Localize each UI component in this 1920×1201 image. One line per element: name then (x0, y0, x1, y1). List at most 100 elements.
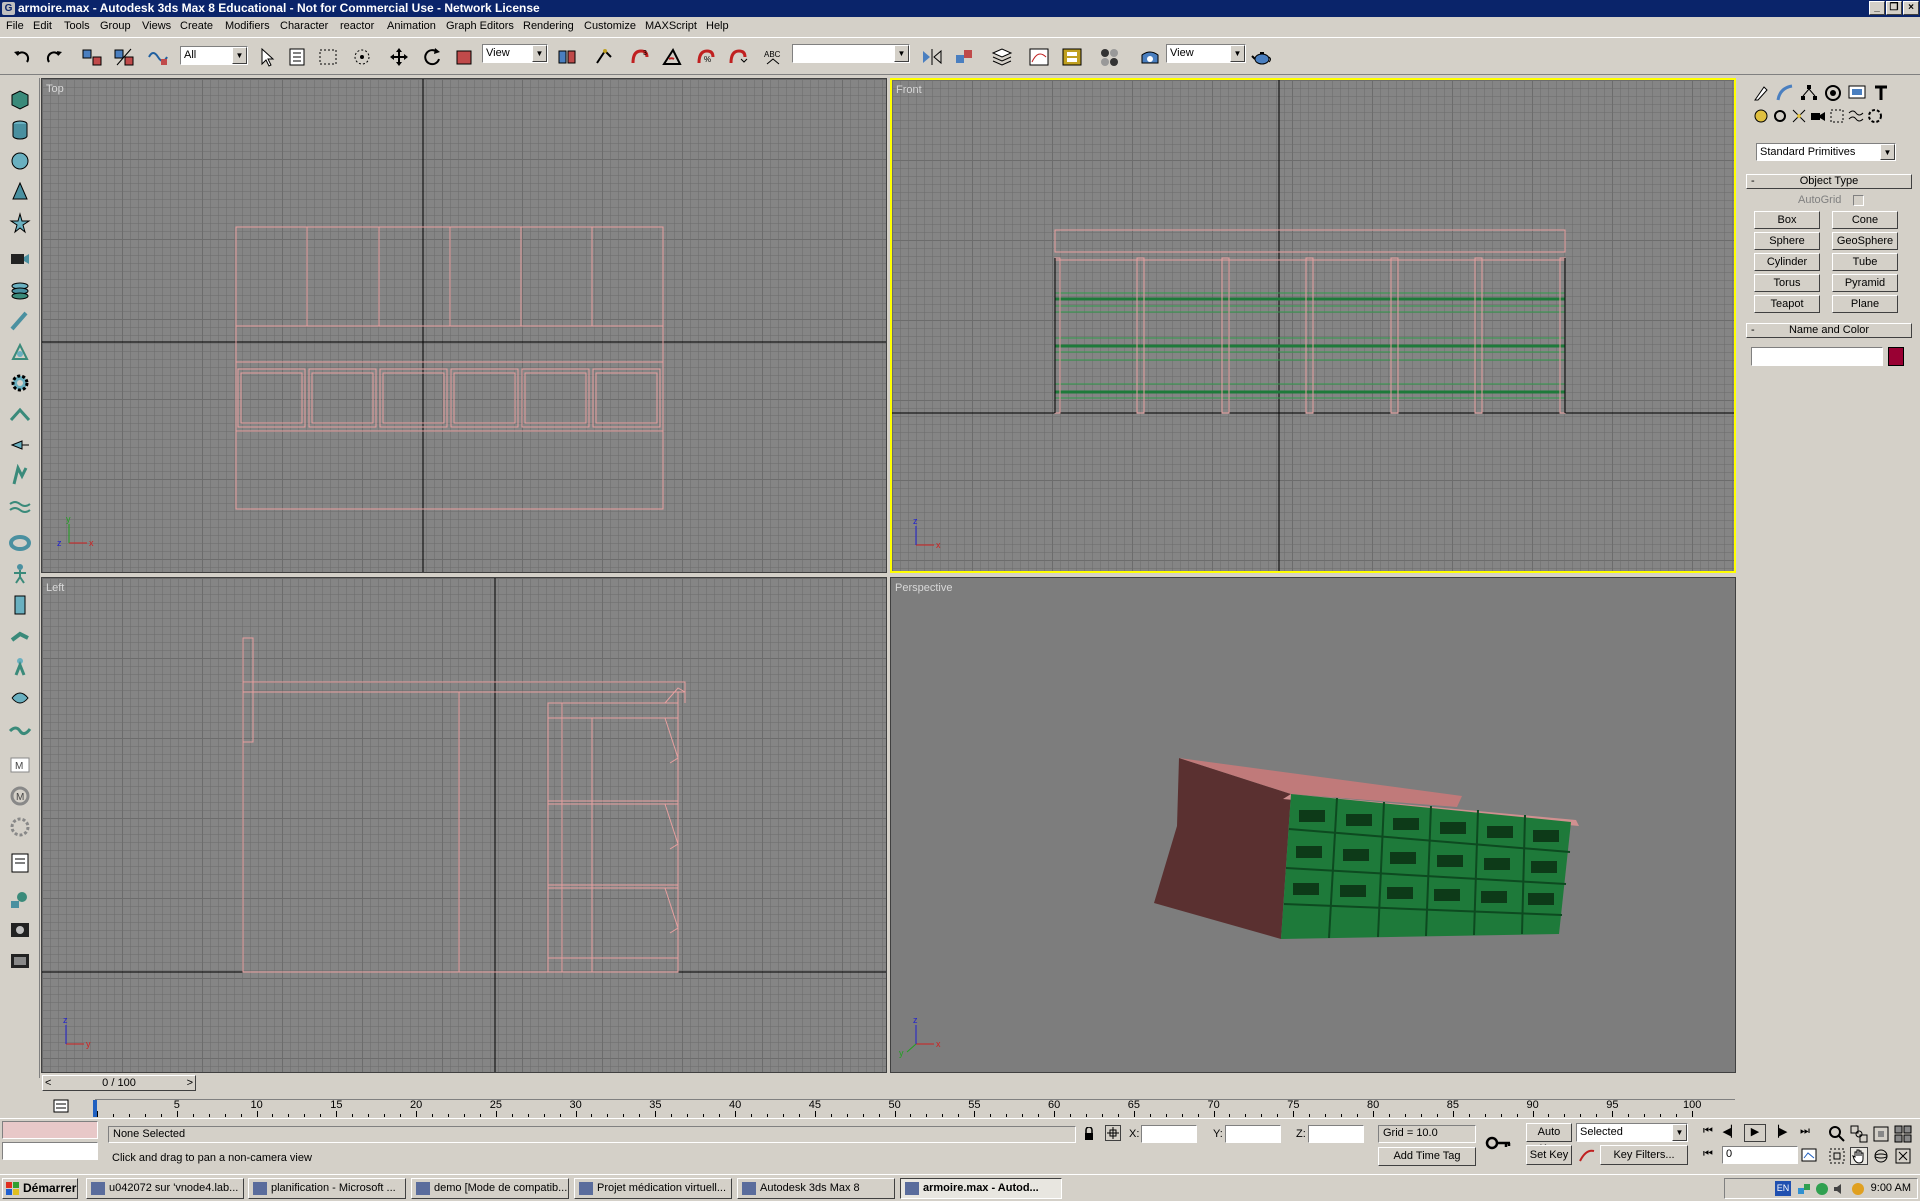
create-spline-icon[interactable] (7, 401, 33, 427)
undo-icon[interactable] (10, 46, 34, 68)
menu-group[interactable]: Group (100, 20, 131, 32)
track-bar[interactable]: 5 10 15 20 25 30 35 40 45 50 55 60 65 70 75 80 85 90 95 100 (93, 1099, 1735, 1117)
percent-snap-icon[interactable]: % (694, 46, 718, 68)
key-mode-dropdown[interactable]: Selected ▼ (1576, 1123, 1688, 1142)
zoom-icon[interactable] (1828, 1125, 1846, 1143)
z-coordinate-field[interactable] (1308, 1125, 1364, 1143)
menu-maxscript[interactable]: MAXScript (645, 20, 697, 32)
create-render-elements-icon[interactable] (7, 948, 33, 974)
create-reactor-icon[interactable] (7, 886, 33, 912)
mirror-icon[interactable] (920, 46, 944, 68)
next-frame-icon[interactable]: ▕▶ (1768, 1125, 1790, 1141)
create-script-icon[interactable] (7, 850, 33, 876)
geosphere-button[interactable]: GeoSphere (1832, 232, 1898, 250)
pan-hand-icon[interactable] (1850, 1147, 1868, 1165)
modify-tab-icon[interactable] (1774, 82, 1796, 104)
unlink-selection-icon[interactable] (112, 46, 136, 68)
key-icon[interactable] (1484, 1131, 1512, 1155)
volume-icon[interactable] (1833, 1182, 1847, 1196)
antivirus-icon[interactable] (1815, 1182, 1829, 1196)
hierarchy-tab-icon[interactable] (1798, 82, 1820, 104)
create-torus-icon[interactable] (7, 530, 33, 556)
task-remote-desktop[interactable]: u042072 sur 'vnode4.lab... (86, 1178, 244, 1199)
utilities-tab-icon[interactable] (1870, 82, 1892, 104)
cylinder-button[interactable]: Cylinder (1754, 253, 1820, 271)
maxscript-listener-mini[interactable] (2, 1121, 98, 1139)
scale-icon[interactable] (452, 46, 476, 68)
named-selection-sets-dropdown[interactable]: ▼ (792, 44, 910, 63)
absolute-mode-icon[interactable] (1105, 1125, 1121, 1141)
create-tape-icon[interactable] (7, 308, 33, 334)
menu-rendering[interactable]: Rendering (523, 20, 574, 32)
arc-rotate-icon[interactable] (1872, 1147, 1890, 1165)
field-of-view-icon[interactable] (1828, 1147, 1846, 1165)
menu-animation[interactable]: Animation (387, 20, 436, 32)
create-biped-icon[interactable] (7, 561, 33, 587)
create-camera-icon[interactable] (7, 246, 33, 272)
gear-icon[interactable] (7, 370, 33, 396)
render-type-dropdown[interactable]: View ▼ (1166, 44, 1246, 63)
time-configuration-icon[interactable] (1800, 1147, 1818, 1163)
object-type-rollout[interactable]: - Object Type (1746, 174, 1912, 189)
selection-filter-dropdown[interactable]: All ▼ (180, 46, 248, 65)
restore-button[interactable]: ❐ (1886, 1, 1902, 15)
teapot-button[interactable]: Teapot (1754, 295, 1820, 313)
go-to-end-icon[interactable]: ⏭ (1794, 1125, 1816, 1141)
material-editor-icon[interactable] (1098, 46, 1122, 68)
snaps-toggle-icon[interactable]: 3 (628, 46, 652, 68)
viewport-top[interactable]: Top x y z (41, 78, 887, 573)
object-color-swatch[interactable] (1888, 347, 1904, 366)
menu-character[interactable]: Character (280, 20, 328, 32)
sphere-button[interactable]: Sphere (1754, 232, 1820, 250)
create-box-icon[interactable] (7, 86, 33, 112)
viewport-left[interactable]: Left y z (41, 577, 887, 1073)
autogrid-checkbox[interactable] (1853, 195, 1864, 206)
create-helper-icon[interactable] (7, 339, 33, 365)
create-bone-icon[interactable] (7, 463, 33, 489)
reference-coordinate-dropdown[interactable]: View ▼ (482, 44, 548, 63)
create-layers-icon[interactable] (7, 277, 33, 303)
select-and-manipulate-icon[interactable] (592, 46, 616, 68)
create-hose-icon[interactable] (7, 623, 33, 649)
create-morph-icon[interactable] (7, 814, 33, 840)
display-tab-icon[interactable] (1846, 82, 1868, 104)
create-text-icon[interactable]: M (7, 752, 33, 778)
object-name-field[interactable] (1751, 347, 1883, 366)
go-to-start-icon[interactable]: ⏮ (1697, 1125, 1719, 1141)
align-icon[interactable] (952, 46, 976, 68)
maxscript-input[interactable] (2, 1142, 98, 1160)
quick-render-teapot-icon[interactable] (1250, 46, 1274, 68)
menu-graph-editors[interactable]: Graph Editors (446, 20, 514, 32)
menu-customize[interactable]: Customize (584, 20, 636, 32)
task-projet-medication[interactable]: Projet médication virtuell... (574, 1178, 732, 1199)
app-icon[interactable]: G (2, 2, 15, 15)
previous-frame-icon[interactable]: ◀▏ (1720, 1125, 1742, 1141)
move-icon[interactable] (387, 46, 411, 68)
task-planification[interactable]: planification - Microsoft ... (248, 1178, 406, 1199)
viewport-front[interactable]: Front x z (890, 78, 1736, 573)
chevron-left-icon[interactable]: < (45, 1076, 51, 1090)
menu-modifiers[interactable]: Modifiers (225, 20, 270, 32)
angle-snap-icon[interactable] (660, 46, 684, 68)
layer-manager-icon[interactable] (990, 46, 1014, 68)
create-path-icon[interactable] (7, 716, 33, 742)
start-button[interactable]: Démarrer (2, 1178, 78, 1199)
rotate-icon[interactable] (420, 46, 444, 68)
schematic-view-icon[interactable] (1060, 46, 1084, 68)
menu-reactor[interactable]: reactor (340, 20, 374, 32)
update-icon[interactable] (1851, 1182, 1865, 1196)
render-scene-icon[interactable] (1138, 46, 1162, 68)
zoom-all-icon[interactable] (1850, 1125, 1868, 1143)
lock-icon[interactable] (1082, 1126, 1096, 1141)
redo-icon[interactable] (42, 46, 66, 68)
close-button[interactable]: × (1903, 1, 1919, 15)
box-button[interactable]: Box (1754, 211, 1820, 229)
x-coordinate-field[interactable] (1141, 1125, 1197, 1143)
window-crossing-icon[interactable] (350, 46, 374, 68)
create-loft-icon[interactable]: M (7, 783, 33, 809)
zoom-extents-all-icon[interactable] (1894, 1125, 1912, 1143)
systems-category-icon[interactable] (1864, 105, 1886, 127)
create-cylinder-icon[interactable] (7, 117, 33, 143)
select-by-name-icon[interactable] (286, 46, 310, 68)
maximize-viewport-icon[interactable] (1894, 1147, 1912, 1165)
